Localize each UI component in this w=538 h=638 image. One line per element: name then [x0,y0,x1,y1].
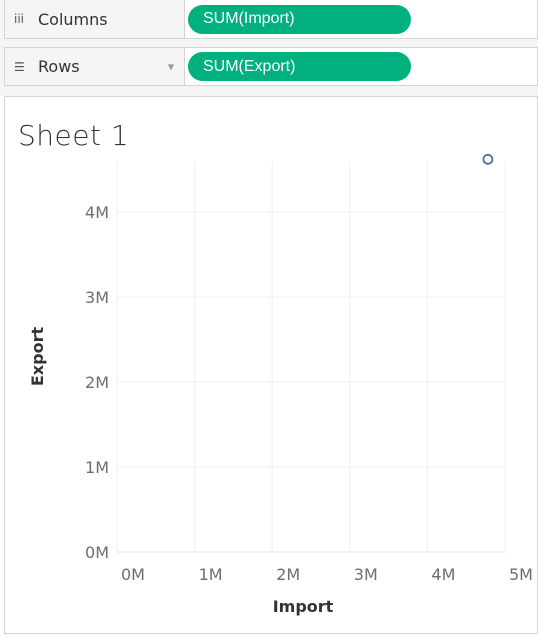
columns-shelf: iii Columns SUM(Import) [4,0,538,39]
rows-shelf-drop-area[interactable]: SUM(Export) [185,48,537,85]
y-axis-title: Export [28,327,47,387]
x-axis-title: Import [273,597,334,616]
x-tick-label-1: 1M [199,565,223,584]
columns-pill-sum-import[interactable]: SUM(Import) [188,4,411,34]
x-tick-label-0: 0M [121,565,145,584]
scatter-point-0[interactable] [482,153,494,165]
x-tick-label-5: 5M [509,565,533,584]
x-tick-label-3: 3M [354,565,378,584]
y-tick-label-0: 0M [85,543,109,562]
columns-shelf-label: iii Columns [5,0,185,38]
columns-label-text: Columns [38,9,108,29]
rows-pill-sum-export[interactable]: SUM(Export) [188,52,411,81]
columns-shelf-drop-area[interactable]: SUM(Import) [185,0,537,38]
rows-icon: ☰ [14,59,25,74]
sheet-view: Sheet 1 0M 1M 2M 3M 4M 0M 1M 2M 3M 4M 5M Import Expo… [4,96,538,634]
y-tick-label-3: 3M [85,288,109,307]
y-tick-label-2: 2M [85,373,109,392]
columns-icon: iii [14,12,25,26]
columns-shelf-area: iii Columns SUM(Import) [0,0,538,42]
y-tick-label-1: 1M [85,458,109,477]
chevron-down-icon[interactable]: ▼ [168,62,174,71]
rows-shelf-label[interactable]: ☰ Rows ▼ [5,48,185,85]
rows-shelf-area: ☰ Rows ▼ SUM(Export) [0,42,538,96]
y-tick-label-4: 4M [85,203,109,222]
rows-shelf: ☰ Rows ▼ SUM(Export) [4,47,538,86]
x-tick-label-2: 2M [276,565,300,584]
rows-label-text: Rows [38,57,80,76]
x-tick-label-4: 4M [431,565,455,584]
scatter-plot[interactable]: 0M 1M 2M 3M 4M 0M 1M 2M 3M 4M 5M Import Export [5,97,537,633]
